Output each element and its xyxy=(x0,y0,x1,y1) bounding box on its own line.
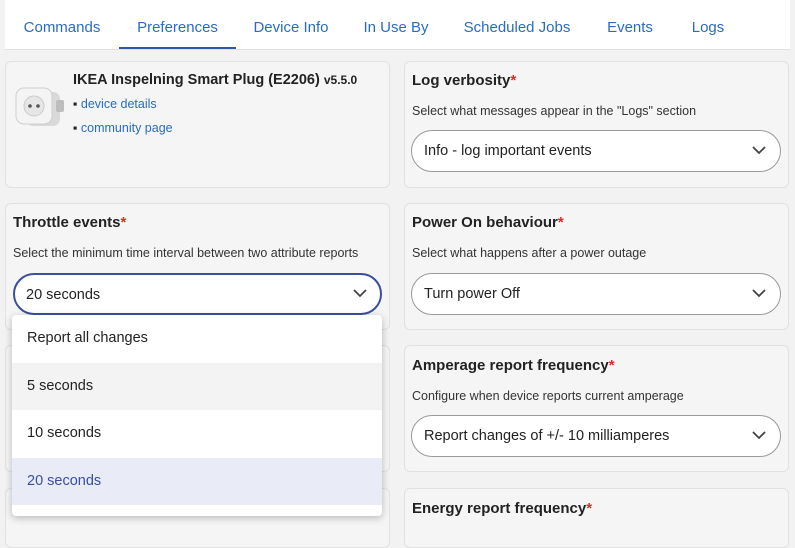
energy-title: Energy report frequency* xyxy=(412,500,593,517)
tab-preferences[interactable]: Preferences xyxy=(119,0,236,49)
log-verbosity-select[interactable]: Info - log important events xyxy=(411,130,781,172)
tab-events[interactable]: Events xyxy=(603,0,657,49)
throttle-value: 20 seconds xyxy=(26,287,101,303)
chevron-down-icon xyxy=(752,289,766,298)
energy-card xyxy=(404,488,789,548)
device-name: IKEA Inspelning Smart Plug (E2206) xyxy=(73,72,320,88)
log-verbosity-description: Select what messages appear in the "Logs… xyxy=(412,104,697,118)
throttle-description: Select the minimum time interval between… xyxy=(13,246,359,260)
chevron-down-icon xyxy=(752,146,766,155)
chevron-down-icon xyxy=(752,431,766,440)
option-20-seconds[interactable]: 20 seconds xyxy=(12,458,382,505)
community-page-link[interactable]: community page xyxy=(81,121,173,135)
tab-device-info[interactable]: Device Info xyxy=(251,0,331,49)
smart-plug-image xyxy=(15,87,64,126)
power-on-value: Turn power Off xyxy=(424,286,520,302)
power-on-description: Select what happens after a power outage xyxy=(412,246,647,260)
tab-logs[interactable]: Logs xyxy=(688,0,728,49)
throttle-dropdown-menu: Report all changes 5 seconds 10 seconds … xyxy=(12,315,382,516)
amperage-description: Configure when device reports current am… xyxy=(412,389,684,403)
throttle-title: Throttle events* xyxy=(13,214,127,231)
device-details-item: ▪ device details xyxy=(73,97,157,111)
device-title: IKEA Inspelning Smart Plug (E2206) v5.5.… xyxy=(73,72,357,88)
chevron-down-icon xyxy=(353,289,367,298)
tab-bar: Commands Preferences Device Info In Use … xyxy=(5,0,790,50)
log-verbosity-value: Info - log important events xyxy=(424,143,592,159)
power-on-title: Power On behaviour* xyxy=(412,214,564,231)
tab-commands[interactable]: Commands xyxy=(19,0,105,49)
amperage-title: Amperage report frequency* xyxy=(412,357,615,374)
option-10-seconds[interactable]: 10 seconds xyxy=(12,410,382,457)
power-on-select[interactable]: Turn power Off xyxy=(411,273,781,315)
tab-in-use-by[interactable]: In Use By xyxy=(361,0,431,49)
throttle-select[interactable]: 20 seconds xyxy=(13,273,382,315)
amperage-select[interactable]: Report changes of +/- 10 milliamperes xyxy=(411,415,781,457)
option-5-seconds[interactable]: 5 seconds xyxy=(12,363,382,410)
log-verbosity-title: Log verbosity* xyxy=(412,72,517,89)
community-page-item: ▪ community page xyxy=(73,121,173,135)
device-version: v5.5.0 xyxy=(323,73,358,87)
device-details-link[interactable]: device details xyxy=(81,97,157,111)
tab-scheduled-jobs[interactable]: Scheduled Jobs xyxy=(462,0,572,49)
amperage-value: Report changes of +/- 10 milliamperes xyxy=(424,428,670,444)
option-report-all-changes[interactable]: Report all changes xyxy=(12,315,382,362)
